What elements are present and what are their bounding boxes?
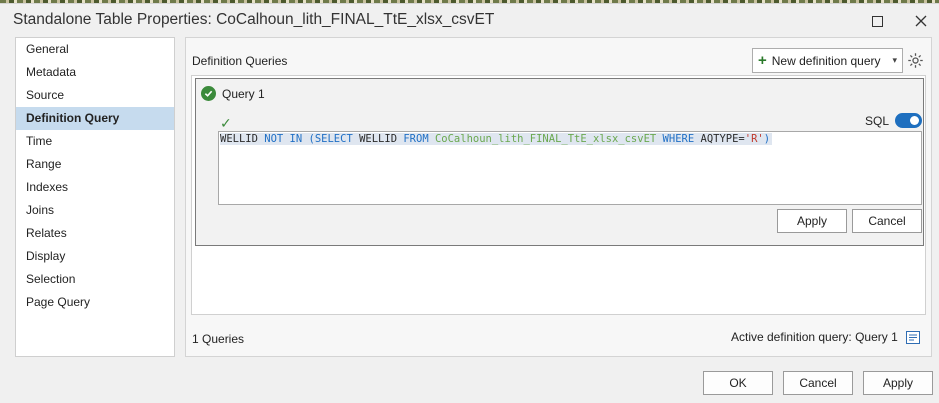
check-circle-icon (201, 86, 216, 101)
sql-token: NOT IN (SELECT (257, 133, 360, 145)
ok-button[interactable]: OK (703, 371, 773, 395)
active-query-text: Active definition query: Query 1 (731, 330, 898, 344)
sidebar-item-range[interactable]: Range (16, 153, 174, 176)
pane-title: Definition Queries (192, 54, 288, 68)
title-bar: Standalone Table Properties: CoCalhoun_l… (0, 4, 939, 37)
query-card[interactable]: Query 1 ✓ SQL WELLID NOT IN (SELECT WELL… (195, 78, 924, 246)
query-list: Query 1 ✓ SQL WELLID NOT IN (SELECT WELL… (191, 75, 926, 315)
gear-svg (907, 52, 923, 68)
sql-expression: WELLID NOT IN (SELECT WELLID FROM CoCalh… (220, 133, 773, 145)
sql-editor[interactable]: WELLID NOT IN (SELECT WELLID FROM CoCalh… (218, 131, 922, 205)
properties-dialog: Standalone Table Properties: CoCalhoun_l… (0, 3, 939, 403)
new-query-label: New definition query (771, 53, 881, 68)
sidebar-item-time[interactable]: Time (16, 130, 174, 153)
new-definition-query-button[interactable]: + New definition query ▾ (752, 48, 903, 73)
sql-token: AQTYPE= (700, 133, 745, 145)
sidebar-item-indexes[interactable]: Indexes (16, 176, 174, 199)
apply-button[interactable]: Apply (863, 371, 933, 395)
sidebar-item-selection[interactable]: Selection (16, 268, 174, 291)
query-header: Query 1 (201, 86, 265, 101)
query-apply-button[interactable]: Apply (777, 209, 847, 233)
sql-token: WHERE (656, 133, 701, 145)
sql-toggle-group: SQL (865, 113, 923, 128)
sidebar-item-definition-query[interactable]: Definition Query (16, 107, 174, 130)
maximize-button[interactable] (862, 8, 892, 34)
close-button[interactable] (906, 8, 936, 34)
query-count: 1 Queries (192, 332, 245, 346)
sql-toggle[interactable] (895, 113, 923, 128)
sql-token: 'R' (744, 133, 764, 145)
sidebar-item-page-query[interactable]: Page Query (16, 291, 174, 314)
gear-icon[interactable] (905, 50, 925, 70)
validate-check-icon[interactable]: ✓ (220, 115, 232, 132)
chevron-down-icon: ▾ (892, 55, 897, 65)
definition-query-pane: Definition Queries + New definition quer… (185, 37, 932, 357)
cancel-button[interactable]: Cancel (783, 371, 853, 395)
list-details-icon[interactable] (905, 330, 920, 344)
query-name: Query 1 (222, 86, 265, 101)
plus-icon: + (758, 52, 767, 69)
sql-label: SQL (865, 113, 890, 128)
sidebar-item-metadata[interactable]: Metadata (16, 61, 174, 84)
close-icon (915, 15, 927, 27)
sidebar-nav: General Metadata Source Definition Query Tim… (15, 37, 175, 357)
sidebar-item-source[interactable]: Source (16, 84, 174, 107)
sidebar-item-general[interactable]: General (16, 38, 174, 61)
sql-token: FROM (397, 133, 435, 145)
maximize-icon (871, 15, 883, 27)
sidebar-item-display[interactable]: Display (16, 245, 174, 268)
sql-token: WELLID (359, 133, 398, 145)
query-cancel-button[interactable]: Cancel (852, 209, 922, 233)
window-title: Standalone Table Properties: CoCalhoun_l… (13, 11, 495, 28)
sql-token: CoCalhoun_lith_FINAL_TtE_xlsx_csvET (434, 133, 657, 145)
sidebar-item-joins[interactable]: Joins (16, 199, 174, 222)
sql-token: ) (763, 133, 771, 145)
sidebar-item-relates[interactable]: Relates (16, 222, 174, 245)
sql-token: WELLID (220, 133, 258, 145)
active-query-status: Active definition query: Query 1 (731, 330, 920, 344)
